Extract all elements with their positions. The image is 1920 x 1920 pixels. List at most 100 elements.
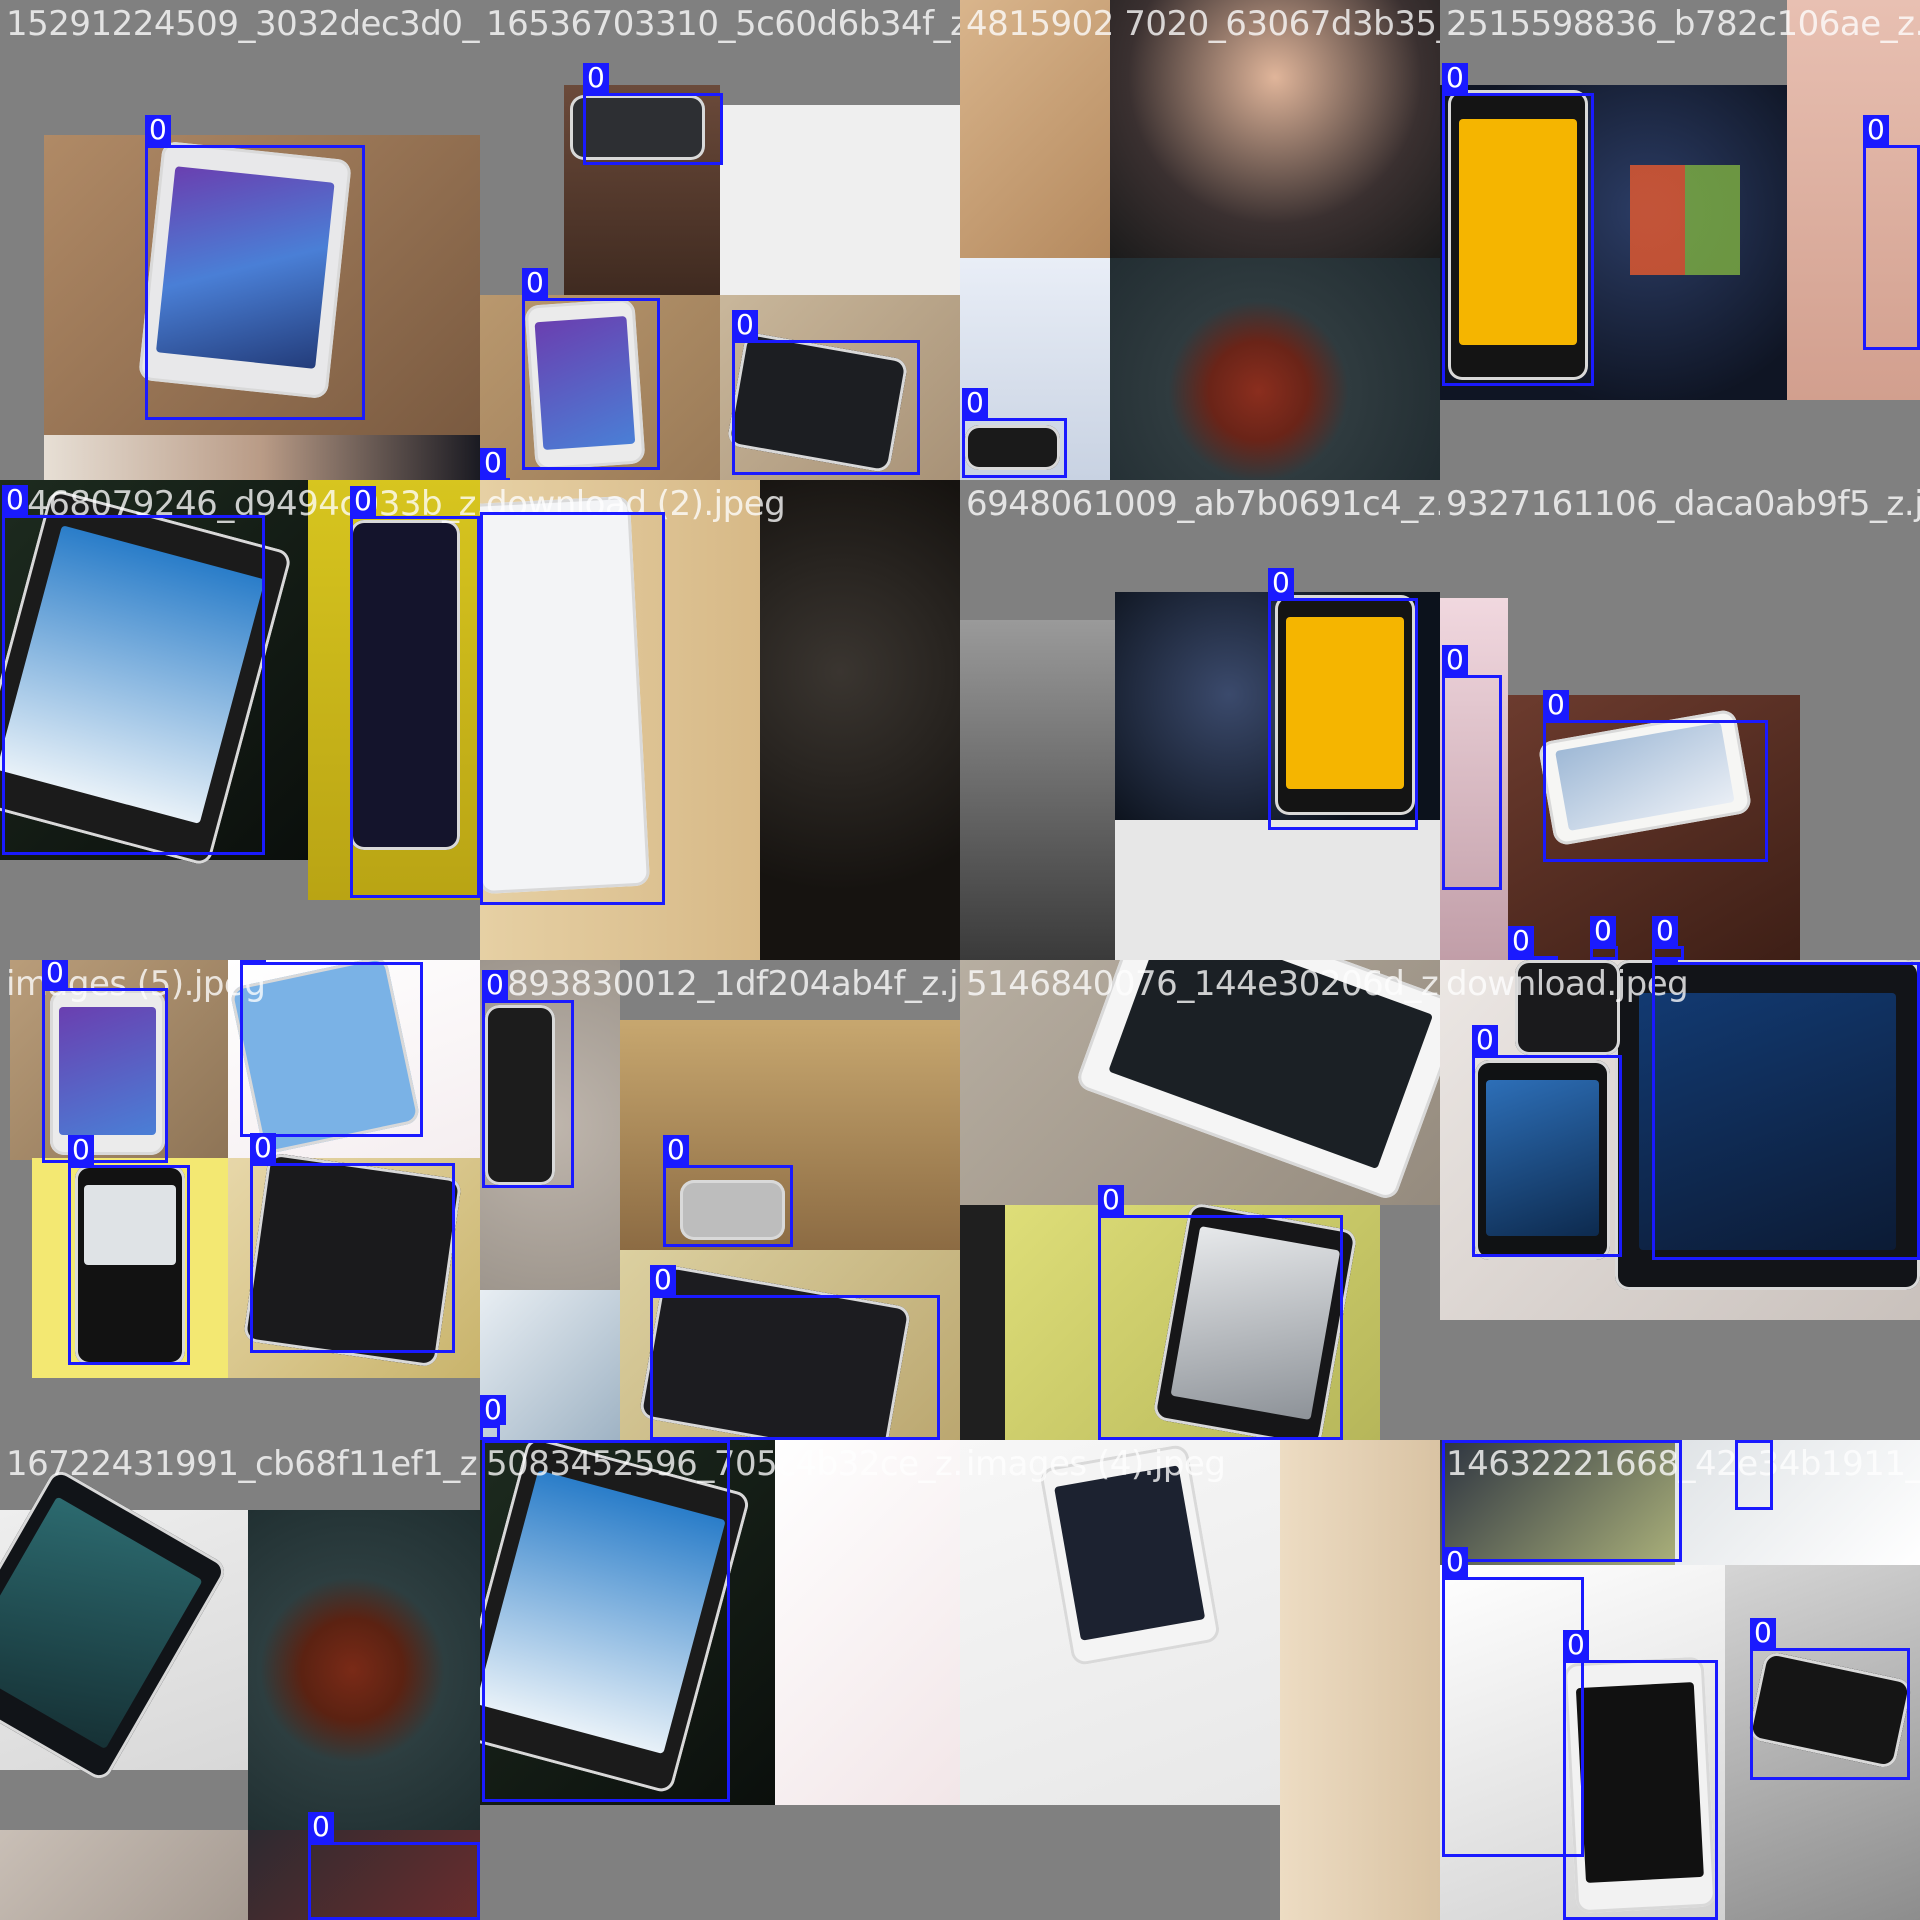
tile: 9327161106_daca0ab9f5_z.jpg 0 0 0 0 0 [1440,480,1920,960]
photo-region [720,105,960,295]
tile: 4815902 7020_63067d3b35_z.jpg 0 [960,0,1440,480]
class-label: 0 [250,1133,276,1163]
photo-region [1630,165,1740,275]
detection-box: 0 [1652,960,1920,1260]
class-label: 0 [1472,1025,1498,1055]
tile: 16536703310_5c60d6b34f_z.jpg 0 0 0 0 [480,0,960,480]
tile-title: 9327161106_daca0ab9f5_z.jpg [1446,484,1920,524]
detection-box: 0 [1268,568,1418,830]
detection-box: 0 [2,485,265,855]
photo-region [248,1510,480,1830]
detection-box: 0 [1563,1630,1718,1920]
detection-box: 0 [250,1133,455,1353]
tile: images (4).jpeg [960,1440,1440,1920]
class-label: 0 [522,268,548,298]
detection-box: 0 [42,960,168,1163]
class-label: 0 [1543,690,1569,720]
tile: 16722431991_cb68f11ef1_z.jpg 0 [0,1440,480,1920]
photo-region [760,480,960,960]
tile: images (5).jpeg 0 0 0 0 [0,960,480,1440]
class-label: 0 [1590,916,1616,946]
tile-title: 6948061009_ab7b0691c4_z.jpg [966,484,1440,524]
class-label: 0 [1098,1185,1124,1215]
class-label: 0 [1442,1547,1468,1577]
class-label: 0 [480,448,506,478]
detection-box: 0 [480,1395,506,1440]
class-label: 0 [1268,568,1294,598]
detection-box: 0 [1098,1185,1343,1440]
detection-box: 0 [482,970,574,1188]
class-label: 0 [482,970,508,1000]
class-label: 0 [732,310,758,340]
class-label: 0 [663,1135,689,1165]
tile-title: 16536703310_5c60d6b34f_z.jpg [486,4,960,44]
detection-box: 0 [522,268,660,470]
class-label: 0 [962,388,988,418]
tile: 2468079246_d9494c033b_z.jpg 0 0 [0,480,480,960]
tile-title: 15291224509_3032dec3d0_z.jpg [6,4,480,44]
photo-region [0,1830,248,1920]
photo-region [1115,820,1440,960]
detection-box: 0 [350,486,480,898]
tile: 15291224509_3032dec3d0_z.jpg 0 [0,0,480,480]
detection-box: 0 [1442,63,1594,386]
class-label: 0 [480,1395,506,1425]
class-label: 0 [650,1265,676,1295]
detection-box: 0 [1442,645,1502,890]
class-label: 0 [1652,960,1678,962]
class-label: 0 [42,960,68,988]
detection-box: 0 [583,63,723,165]
tile-title: images (4).jpeg [966,1444,1226,1484]
detection-box: 0 [1863,115,1920,350]
tile-title: 16722431991_cb68f11ef1_z.jpg [6,1444,480,1484]
class-label: 0 [350,486,376,516]
detection-box: 0 [663,1135,793,1247]
detection-box: 0 [1750,1618,1910,1780]
tile: download.jpeg 0 0 [1440,960,1920,1440]
detection-box: 0 [1735,1440,1773,1510]
detection-box [480,512,665,905]
class-label: 0 [2,485,28,515]
detection-box: 0 [68,1135,190,1365]
class-label: 0 [583,63,609,93]
tile-title: 2515598836_b782c106ae_z.jpg [1446,4,1920,44]
detection-box: 0 [1543,690,1768,862]
mosaic-grid: 15291224509_3032dec3d0_z.jpg 0 165367033… [0,0,1920,1920]
detection-box: 0 [1472,1025,1622,1257]
detection-box: 0 [1508,926,1558,960]
photo-region [1110,258,1440,480]
tile: download (2).jpeg [480,480,960,960]
class-label: 0 [1652,916,1678,946]
tile: 2515598836_b782c106ae_z.jpg 0 0 [1440,0,1920,480]
tile: 5893830012_1df204ab4f_z.jpg 0 0 0 0 [480,960,960,1440]
photo-region [775,1440,960,1805]
tile-title: 5146840076_144e30206d_z.jpg [966,964,1440,1004]
detection-box: 0 [480,448,510,480]
detection-box: 0 [1442,1440,1682,1562]
class-label: 0 [308,1812,334,1842]
class-label: 0 [1508,926,1534,956]
photo-region [960,620,1115,960]
tile-title: 4815902 7020_63067d3b35_z.jpg [966,4,1440,44]
detection-box: 0 [482,1440,730,1802]
class-label: 0 [145,115,171,145]
class-label: 0 [1442,645,1468,675]
photo-region [960,1205,1005,1440]
detection-box: 0 [962,388,1067,478]
tile: 14632221668_42e34b1911_z.jpg 0 0 0 0 0 [1440,1440,1920,1920]
detection-box: 0 [308,1812,480,1920]
tile: 6948061009_ab7b0691c4_z.jpg 0 [960,480,1440,960]
tile: 5083452596_705c4b32ce_z.jpg 0 [480,1440,960,1920]
detection-box: 0 [732,310,920,475]
photo-region [1280,1440,1440,1920]
class-label: 0 [68,1135,94,1165]
tile-title: 5893830012_1df204ab4f_z.jpg [486,964,960,1004]
tile: 5146840076_144e30206d_z.jpg 0 [960,960,1440,1440]
detection-box: 0 [240,960,423,1137]
photo-region [44,435,480,480]
class-label: 0 [1563,1630,1589,1660]
class-label: 0 [240,960,266,962]
class-label: 0 [1750,1618,1776,1648]
class-label: 0 [1863,115,1889,145]
detection-box: 0 [145,115,365,420]
